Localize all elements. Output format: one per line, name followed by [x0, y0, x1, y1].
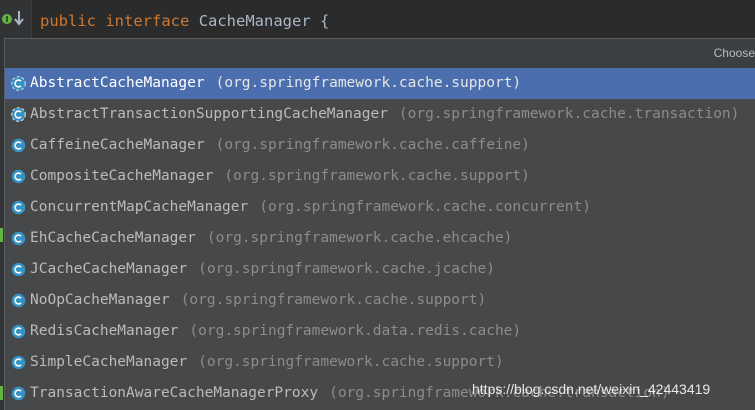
interface-name[interactable]: CacheManager	[199, 12, 311, 30]
class-icon	[11, 231, 26, 246]
implemented-interface-gutter-icon[interactable]: I	[2, 8, 28, 30]
class-icon	[11, 324, 26, 339]
list-item[interactable]: CaffeineCacheManager (org.springframework…	[5, 130, 755, 161]
list-item-label: JCacheCacheManager (org.springframework.c…	[30, 254, 495, 285]
package-name: (org.springframework.cache.caffeine)	[215, 137, 530, 153]
implementation-list[interactable]: AbstractCacheManager (org.springframework…	[5, 68, 755, 410]
class-icon	[11, 200, 26, 215]
list-item-label: SimpleCacheManager (org.springframework.c…	[30, 347, 504, 378]
gutter-marker-left	[0, 228, 3, 242]
code-line-interface-declaration[interactable]: public interface CacheManager {	[40, 9, 329, 33]
list-item[interactable]: AbstractCacheManager (org.springframework…	[5, 68, 755, 99]
list-item-label: AbstractCacheManager (org.springframework…	[30, 68, 521, 99]
abstract-class-icon	[11, 76, 26, 91]
watermark-text: https://blog.csdn.net/weixin_42443419	[472, 381, 711, 397]
list-item[interactable]: CompositeCacheManager (org.springframewor…	[5, 161, 755, 192]
list-item-label: RedisCacheManager (org.springframework.da…	[30, 316, 521, 347]
package-name: (org.springframework.cache.support)	[198, 354, 504, 370]
package-name: (org.springframework.data.redis.cache)	[189, 323, 522, 339]
list-item[interactable]: RedisCacheManager (org.springframework.da…	[5, 316, 755, 347]
class-name: AbstractTransactionSupportingCacheManage…	[30, 106, 388, 122]
keyword-public: public	[40, 12, 96, 30]
package-name: (org.springframework.cache.transaction)	[398, 106, 740, 122]
list-item-label: CaffeineCacheManager (org.springframework…	[30, 130, 530, 161]
package-name: (org.springframework.cache.support)	[180, 292, 487, 308]
package-name: (org.springframework.cache.support)	[215, 75, 522, 91]
class-icon	[11, 293, 26, 308]
popup-hint-text: Choose	[713, 46, 755, 60]
list-item-label: EhCacheCacheManager (org.springframework.…	[30, 223, 512, 254]
list-item[interactable]: ConcurrentMapCacheManager (org.springfram…	[5, 192, 755, 223]
class-icon	[11, 169, 26, 184]
keyword-interface: interface	[105, 12, 190, 30]
package-name: (org.springframework.cache.jcache)	[198, 261, 495, 277]
class-name: AbstractCacheManager	[30, 75, 205, 91]
list-item-label: CompositeCacheManager (org.springframewor…	[30, 161, 530, 192]
choose-implementation-popup[interactable]: Choose AbstractCacheManager (org.springfr…	[4, 38, 755, 410]
popup-header: Choose	[5, 39, 755, 69]
class-name: EhCacheCacheManager	[30, 230, 196, 246]
gutter-marker-left-bottom	[0, 386, 3, 400]
class-icon	[11, 138, 26, 153]
class-icon	[11, 262, 26, 277]
list-item-label: AbstractTransactionSupportingCacheManage…	[30, 99, 739, 130]
abstract-class-icon	[11, 107, 26, 122]
list-item-label: ConcurrentMapCacheManager (org.springfram…	[30, 192, 591, 223]
list-item[interactable]: JCacheCacheManager (org.springframework.c…	[5, 254, 755, 285]
list-item[interactable]: NoOpCacheManager (org.springframework.cac…	[5, 285, 755, 316]
list-item[interactable]: AbstractTransactionSupportingCacheManage…	[5, 99, 755, 130]
package-name: (org.springframework.cache.concurrent)	[259, 199, 591, 215]
svg-text:I: I	[6, 15, 9, 24]
list-item[interactable]: SimpleCacheManager (org.springframework.c…	[5, 347, 755, 378]
class-name: RedisCacheManager	[30, 323, 179, 339]
class-name: CaffeineCacheManager	[30, 137, 205, 153]
list-item-label: NoOpCacheManager (org.springframework.cac…	[30, 285, 486, 316]
class-icon	[11, 386, 26, 401]
open-brace: {	[320, 12, 330, 30]
class-name: SimpleCacheManager	[30, 354, 188, 370]
class-name: CompositeCacheManager	[30, 168, 214, 184]
package-name: (org.springframework.cache.support)	[224, 168, 530, 184]
class-name: ConcurrentMapCacheManager	[30, 199, 249, 215]
class-icon	[11, 355, 26, 370]
class-name: NoOpCacheManager	[30, 292, 170, 308]
class-name: JCacheCacheManager	[30, 261, 188, 277]
package-name: (org.springframework.cache.ehcache)	[206, 230, 513, 246]
list-item[interactable]: EhCacheCacheManager (org.springframework.…	[5, 223, 755, 254]
class-name: TransactionAwareCacheManagerProxy	[30, 385, 319, 401]
